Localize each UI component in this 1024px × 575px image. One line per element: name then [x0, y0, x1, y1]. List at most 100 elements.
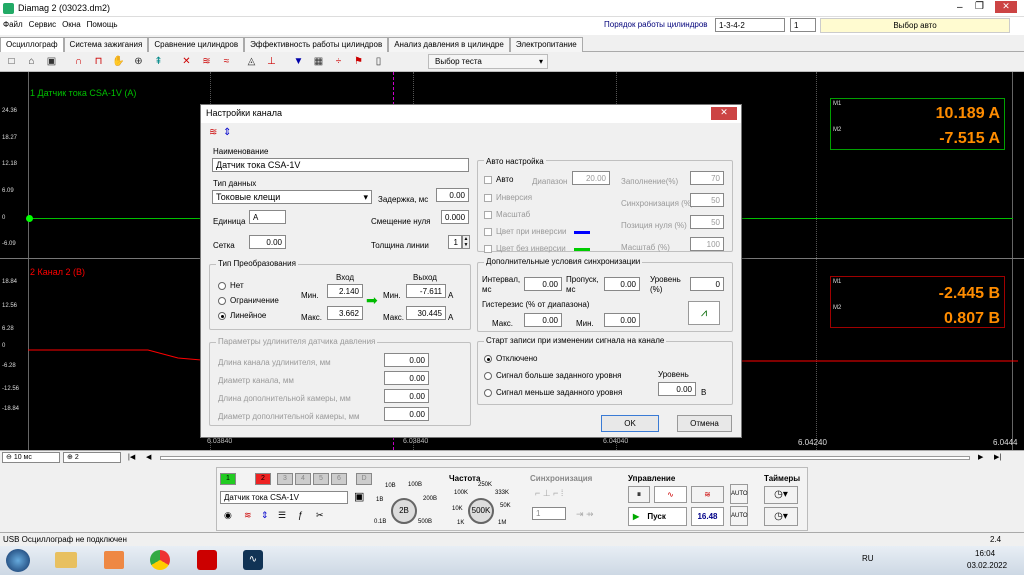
auto-checkbox[interactable]: Авто [484, 175, 513, 184]
sync-select[interactable]: 1 [532, 507, 566, 520]
tools-icon[interactable]: ✂ [316, 510, 324, 521]
auto2-button[interactable]: AUTO [730, 506, 748, 526]
range-knob[interactable]: 2В [391, 498, 417, 524]
measure-icon[interactable]: ◬ [245, 55, 258, 68]
sync-pct-input[interactable]: 50 [690, 193, 724, 207]
next-icon[interactable]: ▶ [978, 453, 983, 461]
type-select[interactable]: Токовые клещи ▾ [212, 190, 372, 204]
skip-input[interactable]: 0.00 [604, 277, 640, 291]
channel-button-6[interactable]: 6 [331, 473, 347, 485]
tab-power[interactable]: Электропитание [509, 37, 583, 52]
save-icon[interactable]: ▣ [354, 490, 364, 503]
dialog-close-icon[interactable]: ✕ [711, 107, 737, 120]
channel-name-field[interactable]: Датчик тока CSA-1V [220, 491, 348, 504]
range-input[interactable]: 20.00 [572, 171, 610, 185]
rec-level-input[interactable]: 0.00 [658, 382, 696, 396]
language-indicator[interactable]: RU [862, 554, 874, 563]
menu-service[interactable]: Сервис [26, 17, 59, 32]
conv-none[interactable]: Нет [218, 281, 244, 290]
auto-select-button[interactable]: Выбор авто [820, 18, 1010, 33]
lines-icon[interactable]: ☰ [278, 510, 286, 521]
multi-wave-button[interactable]: ≋ [691, 486, 724, 503]
in-min-input[interactable]: 2.140 [327, 284, 363, 298]
open-icon[interactable]: ⌂ [25, 55, 38, 68]
color-noinv-swatch[interactable] [574, 248, 590, 251]
zoom-select[interactable]: ⊖ 10 мс [2, 452, 60, 463]
out-max-input[interactable]: 30.445 [406, 306, 446, 320]
grid-input[interactable]: 0.00 [249, 235, 286, 249]
first-icon[interactable]: |◀ [128, 453, 135, 461]
divide-icon[interactable]: ÷ [332, 55, 345, 68]
close-icon[interactable]: ✕ [995, 1, 1017, 13]
prev-icon[interactable]: ◀ [146, 453, 151, 461]
wave2-icon[interactable]: ≈ [220, 55, 233, 68]
color-noinv-checkbox[interactable]: Цвет без инверсии [484, 244, 566, 253]
fill-input[interactable]: 70 [690, 171, 724, 185]
media-icon[interactable] [104, 551, 124, 569]
scale-pct-input[interactable]: 100 [690, 237, 724, 251]
rec-less[interactable]: Сигнал меньше заданного уровня [484, 388, 622, 397]
restore-icon[interactable]: ❐ [975, 1, 984, 12]
sine-button[interactable]: ∿ [654, 486, 687, 503]
filter-icon[interactable]: ▼ [292, 55, 305, 68]
tab-ignition[interactable]: Система зажигания [63, 37, 149, 52]
ext-row-input[interactable]: 0.00 [384, 371, 429, 385]
chrome-icon[interactable] [150, 550, 170, 570]
updown-icon[interactable]: ⇕ [223, 127, 231, 138]
rec-greater[interactable]: Сигнал больше заданного уровня [484, 371, 621, 380]
pause-icon[interactable]: ⏸ [628, 486, 650, 503]
channel-select[interactable]: ⊕ 2 [63, 452, 121, 463]
interval-input[interactable]: 0.00 [524, 277, 562, 291]
wave-icon[interactable]: ≋ [209, 127, 217, 138]
conv-limit[interactable]: Ограничение [218, 296, 279, 305]
wave-icon[interactable]: ≋ [200, 55, 213, 68]
level-icon[interactable]: ⊥ [265, 55, 278, 68]
cancel-button[interactable]: Отмена [677, 415, 732, 432]
menu-help[interactable]: Помощь [84, 17, 121, 32]
test-select[interactable]: Выбор теста ▾ [428, 54, 548, 69]
scale-checkbox[interactable]: Масштаб [484, 210, 530, 219]
channel-button-5[interactable]: 5 [313, 473, 329, 485]
thickness-spinner[interactable]: ▲ ▼ [462, 235, 470, 249]
explorer-icon[interactable] [55, 552, 77, 568]
channel-button-4[interactable]: 4 [295, 473, 311, 485]
color-inv-swatch[interactable] [574, 231, 590, 234]
ch1-marker[interactable] [26, 215, 33, 222]
last-icon[interactable]: ▶| [994, 453, 1001, 461]
freq-knob[interactable]: 500K [468, 498, 494, 524]
flag-icon[interactable]: ⚑ [352, 55, 365, 68]
ext-row-input[interactable]: 0.00 [384, 407, 429, 421]
sync-edge-icon[interactable]: ⇥ ⇸ [576, 509, 594, 520]
formula-icon[interactable]: ƒ [298, 510, 303, 520]
ext-row-input[interactable]: 0.00 [384, 353, 429, 367]
channel-button-1[interactable]: 1 [220, 473, 236, 485]
start-icon[interactable] [6, 549, 30, 572]
delay-input[interactable]: 0.00 [436, 188, 469, 202]
pdf-icon[interactable] [197, 550, 217, 570]
cursor-icon[interactable]: ⇞ [152, 55, 165, 68]
level-input[interactable]: 0 [690, 277, 724, 291]
menu-windows[interactable]: Окна [59, 17, 84, 32]
ext-row-input[interactable]: 0.00 [384, 389, 429, 403]
cyl-order-select[interactable]: 1-3-4-2 [715, 18, 785, 32]
rec-off[interactable]: Отключено [484, 354, 537, 363]
color-inv-checkbox[interactable]: Цвет при инверсии [484, 227, 567, 236]
timeline-scrollbar[interactable] [160, 456, 970, 460]
hand-icon[interactable]: ✋ [112, 55, 125, 68]
table-icon[interactable]: ▦ [312, 55, 325, 68]
timer1-button[interactable]: ◷▾ [764, 486, 798, 504]
unit-input[interactable]: A [249, 210, 286, 224]
minimize-icon[interactable]: – [957, 2, 963, 13]
name-input[interactable]: Датчик тока CSA-1V [212, 158, 469, 172]
timer2-button[interactable]: ◷▾ [764, 507, 798, 526]
marker-icon[interactable]: ✕ [180, 55, 193, 68]
channel-button-2[interactable]: 2 [255, 473, 271, 485]
hyst-min-input[interactable]: 0.00 [604, 313, 640, 327]
trigger-icon[interactable]: ∩ [72, 55, 85, 68]
sync-wave-button[interactable]: ⩘ [688, 301, 720, 325]
eye-icon[interactable]: ◉ [224, 510, 232, 521]
inverse-checkbox[interactable]: Инверсия [484, 193, 532, 202]
trigger2-icon[interactable]: ⊓ [92, 55, 105, 68]
channel-button-3[interactable]: 3 [277, 473, 293, 485]
ok-button[interactable]: OK [601, 415, 659, 432]
